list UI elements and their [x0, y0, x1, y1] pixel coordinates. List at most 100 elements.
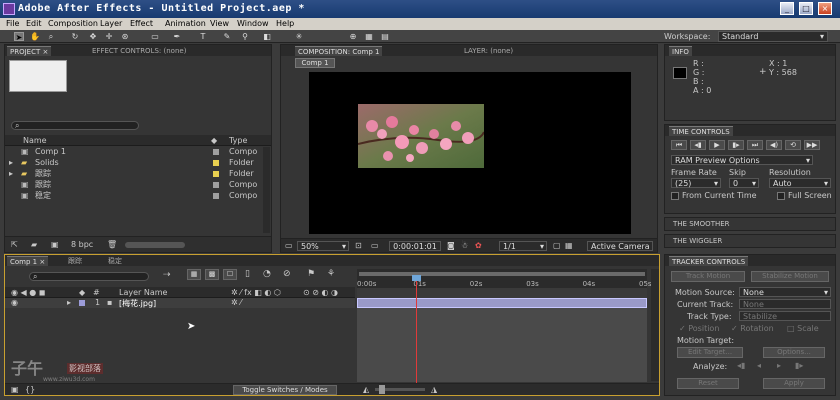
region-of-interest-icon[interactable]: ▢ — [553, 241, 561, 250]
rotation-checkbox[interactable]: ✓ Rotation — [731, 324, 774, 333]
workspace-dropdown[interactable]: Standard ▾ — [718, 31, 828, 42]
timeline-search-input[interactable]: ⌕ — [29, 272, 149, 281]
timeline-scrollbar[interactable] — [651, 269, 659, 381]
scale-checkbox[interactable]: □ Scale — [787, 324, 819, 333]
always-preview-icon[interactable]: ▭ — [285, 241, 293, 250]
selection-tool-icon[interactable]: ➤ — [14, 32, 24, 42]
next-frame-icon[interactable]: ▮▸ — [728, 140, 744, 150]
stabilize-motion-button[interactable]: Stabilize Motion — [751, 271, 829, 282]
reset-button[interactable]: Reset — [677, 378, 739, 389]
analyze-back-icon[interactable]: ◂ — [757, 361, 761, 370]
tab-info[interactable]: INFO — [669, 46, 692, 56]
interpret-footage-icon[interactable]: ⇱ — [11, 240, 18, 249]
layer-name[interactable]: [梅花.jpg] — [119, 298, 156, 309]
label-swatch[interactable] — [213, 193, 219, 199]
comp-mini-flowchart-icon[interactable]: ⇢ — [163, 270, 171, 280]
new-comp-icon[interactable]: ▣ — [51, 240, 59, 249]
column-name[interactable]: Name — [23, 136, 47, 145]
comp-flowchart-button[interactable]: Comp 1 — [295, 58, 335, 68]
puppet-tool-icon[interactable]: ✳ — [294, 32, 304, 41]
camera-orbit-icon[interactable]: ✥ — [88, 32, 98, 41]
apply-button[interactable]: Apply — [763, 378, 825, 389]
resolution-preview-dropdown[interactable]: Auto ▾ — [769, 178, 831, 188]
auto-keyframe-icon[interactable]: ⚘ — [327, 269, 335, 279]
motion-blur-icon[interactable]: ◔ — [263, 269, 271, 279]
zoom-slider-thumb[interactable] — [379, 385, 385, 394]
trash-icon[interactable]: 🗑 — [107, 240, 117, 249]
brush-tool-icon[interactable]: ✎ — [222, 32, 232, 41]
pen-tool-icon[interactable]: ✒ — [172, 32, 182, 41]
work-area-bar[interactable] — [357, 269, 647, 279]
live-update-icon[interactable]: ▦ — [187, 269, 201, 280]
current-track-dropdown[interactable]: None — [739, 299, 831, 309]
comp-settings-icon[interactable]: ▣ — [11, 385, 19, 394]
loop-icon[interactable]: ⟲ — [785, 140, 801, 150]
camera-track-xy-icon[interactable]: ✛ — [104, 32, 114, 41]
menu-layer[interactable]: Layer — [100, 19, 122, 28]
project-item[interactable]: ▣ 跟踪 Compo — [5, 179, 261, 190]
menu-file[interactable]: File — [6, 19, 19, 28]
analyze-backward-icon[interactable]: ◂▮ — [737, 361, 745, 370]
frame-blending-icon[interactable]: ▯ — [245, 269, 250, 279]
tab-composition[interactable]: COMPOSITION: Comp 1 — [295, 46, 383, 56]
zoom-in-icon[interactable]: ◮ — [431, 385, 437, 394]
tab-project[interactable]: PROJECT × — [7, 46, 52, 56]
menu-view[interactable]: View — [210, 19, 229, 28]
view-axis-icon[interactable]: ▤ — [380, 32, 390, 41]
safe-margins-icon[interactable]: ⊡ — [355, 241, 362, 250]
type-tool-icon[interactable]: T — [198, 32, 208, 41]
tab-comp-1[interactable]: Comp 1 × — [7, 256, 49, 266]
vertical-scrollbar[interactable] — [263, 147, 270, 233]
show-snapshot-icon[interactable]: ☃ — [461, 241, 468, 250]
menu-help[interactable]: Help — [276, 19, 294, 28]
last-frame-icon[interactable]: ⏭ — [747, 140, 763, 150]
layer-row[interactable]: ◉ ▸ 1 ▪ [梅花.jpg] ✲ ⁄ — [5, 298, 355, 308]
skip-dropdown[interactable]: 0 ▾ — [729, 178, 759, 188]
tab-effect-controls[interactable]: EFFECT CONTROLS: (none) — [89, 46, 189, 56]
current-time-field[interactable]: 0:00:01:01 — [389, 241, 441, 251]
tab-wiggler[interactable]: THE WIGGLER — [673, 237, 722, 245]
tab-tracker-controls[interactable]: TRACKER CONTROLS — [669, 256, 749, 266]
world-axis-icon[interactable]: ▦ — [364, 32, 374, 41]
snapshot-icon[interactable]: ◙ — [447, 241, 455, 250]
project-item[interactable]: ▸ ▰ Solids Folder — [5, 157, 261, 168]
label-swatch[interactable] — [213, 182, 219, 188]
label-swatch[interactable] — [213, 160, 219, 166]
hide-shy-icon[interactable]: ☐ — [223, 269, 237, 280]
menu-animation[interactable]: Animation — [165, 19, 206, 28]
channel-icon[interactable]: ✿ — [475, 241, 482, 250]
expand-pane-icon[interactable]: {} — [25, 385, 35, 394]
camera-dropdown[interactable]: Active Camera — [587, 241, 653, 251]
zoom-dropdown[interactable]: 50% ▾ — [297, 241, 349, 251]
tab-time-controls[interactable]: TIME CONTROLS — [669, 126, 733, 136]
resolution-dropdown[interactable]: 1/1 ▾ — [499, 241, 547, 251]
expand-triangle-icon[interactable]: ▸ — [67, 298, 71, 307]
menu-edit[interactable]: Edit — [26, 19, 42, 28]
clone-stamp-icon[interactable]: ⚲ — [240, 32, 250, 41]
maximize-button[interactable]: □ — [799, 2, 813, 15]
layer-switches-icon[interactable]: ✲ ⁄ — [231, 298, 242, 307]
horizontal-scrollbar[interactable] — [125, 242, 185, 248]
edit-target-button[interactable]: Edit Target... — [677, 347, 743, 358]
motion-source-dropdown[interactable]: None ▾ — [739, 287, 831, 297]
position-checkbox[interactable]: ✓ Position — [679, 324, 719, 333]
layer-name-header[interactable]: Layer Name — [119, 288, 167, 297]
work-area-range[interactable] — [359, 272, 645, 276]
tab-stabilize-comp[interactable]: 稳定 — [105, 256, 125, 266]
zoom-out-icon[interactable]: ◭ — [363, 385, 369, 394]
label-swatch[interactable] — [213, 171, 219, 177]
transparency-grid-icon[interactable]: ▦ — [565, 241, 573, 250]
zoom-tool-icon[interactable]: ⌕ — [46, 32, 56, 41]
label-swatch[interactable] — [213, 149, 219, 155]
rectangle-tool-icon[interactable]: ▭ — [150, 32, 160, 41]
zoom-slider[interactable] — [375, 385, 425, 394]
local-axis-icon[interactable]: ⊕ — [348, 32, 358, 41]
pan-behind-icon[interactable]: ⊛ — [120, 32, 130, 41]
audio-icon[interactable]: ◀) — [766, 140, 782, 150]
layer-label-color[interactable] — [79, 300, 85, 306]
time-indicator-head[interactable] — [412, 275, 421, 281]
current-time-indicator[interactable] — [416, 275, 417, 383]
rotate-tool-icon[interactable]: ↻ — [70, 32, 80, 41]
from-current-checkbox[interactable] — [671, 192, 679, 200]
mask-visibility-icon[interactable]: ▭ — [371, 241, 379, 250]
